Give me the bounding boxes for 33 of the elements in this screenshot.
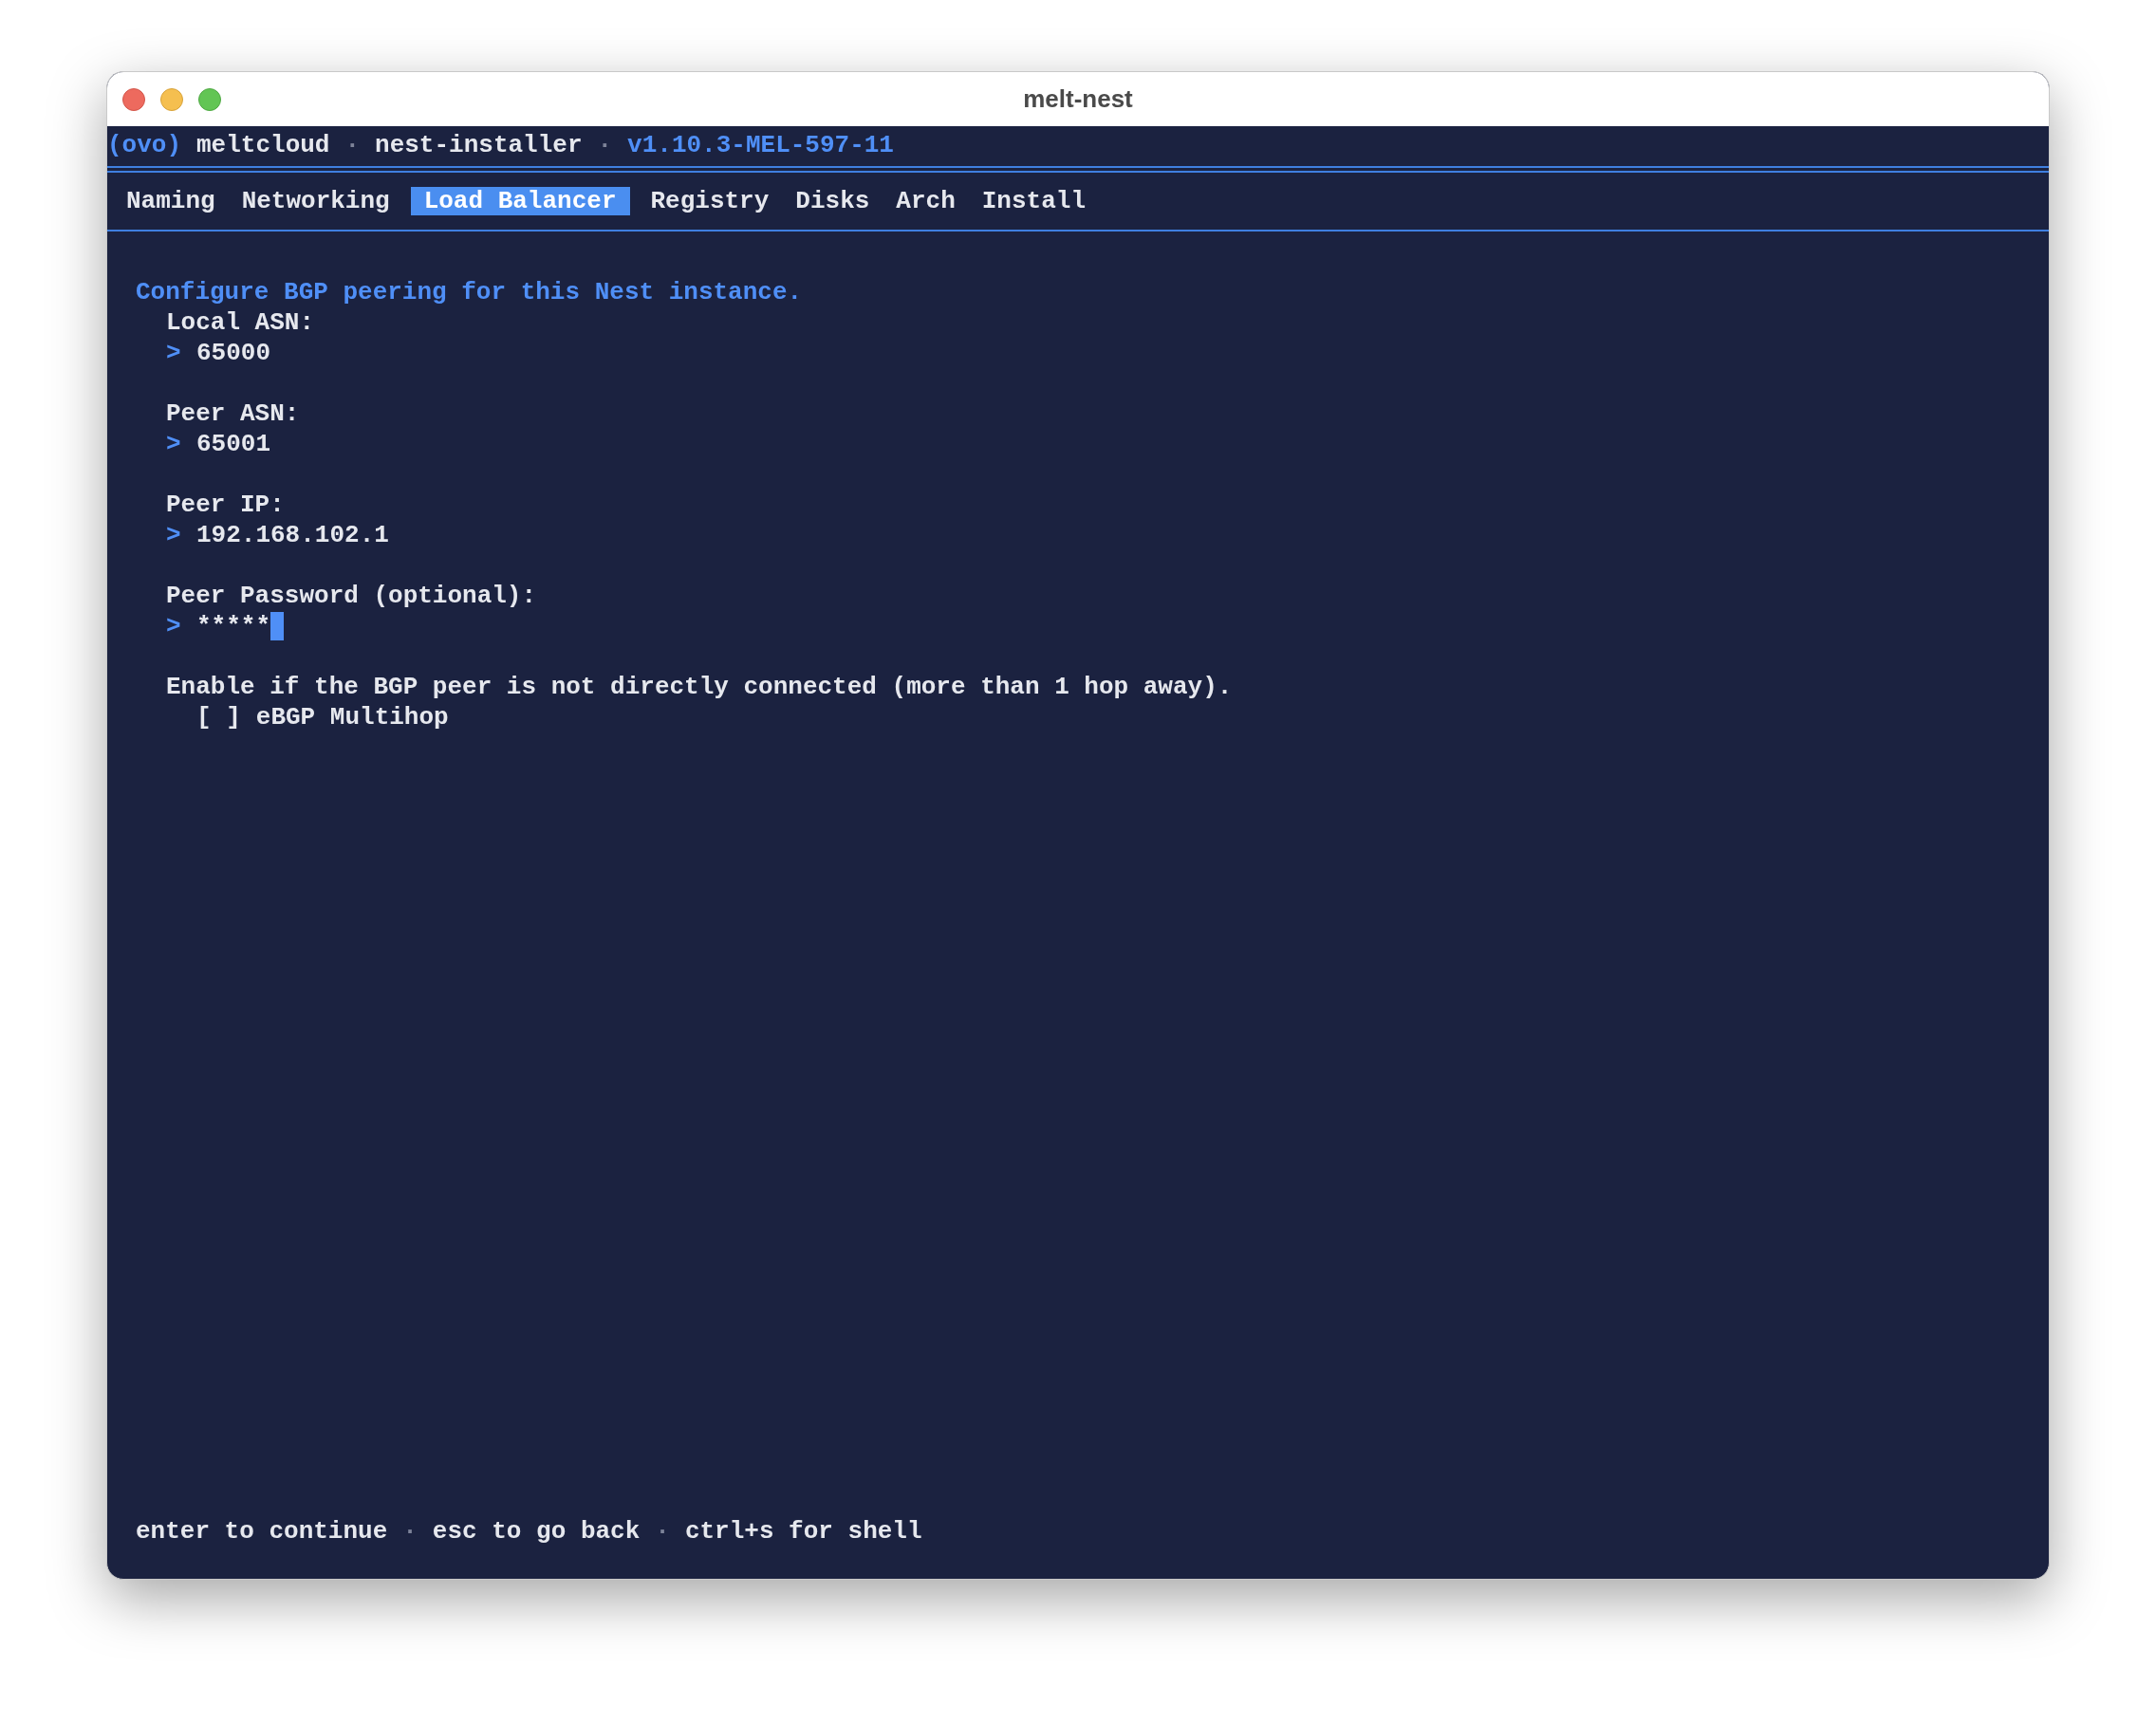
tab[interactable]: Arch — [890, 187, 961, 215]
minimize-button[interactable] — [160, 87, 183, 111]
header-accent-text: v1.10.3-MEL-597-11 — [627, 130, 894, 160]
header-text: meltcloud — [196, 130, 330, 160]
tab[interactable]: Disks — [790, 187, 876, 215]
field-label: Peer Password (optional): — [166, 581, 538, 611]
separator-dot: · — [655, 1516, 670, 1547]
section-heading: Configure BGP peering for this Nest instance. — [136, 277, 804, 307]
input-field[interactable]: > ***** — [166, 611, 284, 641]
separator-dot: · — [402, 1516, 418, 1547]
input-field[interactable]: > 65001 — [166, 429, 270, 459]
zoom-button[interactable] — [198, 87, 221, 111]
multihop-checkbox[interactable]: [ ] eBGP Multihop — [166, 702, 449, 732]
tab[interactable]: Install — [976, 187, 1091, 215]
separator-dot: · — [597, 130, 613, 160]
field-label: Peer IP: — [166, 490, 286, 520]
input-field[interactable]: > 65000 — [166, 338, 270, 368]
field-label: Peer ASN: — [166, 398, 301, 429]
header-text: nest-installer — [375, 130, 583, 160]
cursor — [270, 612, 284, 640]
tab[interactable]: Networking — [235, 187, 396, 215]
input-field[interactable]: > 192.168.102.1 — [166, 520, 389, 550]
tab[interactable]: Naming — [121, 187, 221, 215]
key-hint: enter to continue — [136, 1516, 388, 1547]
separator-dot: · — [344, 130, 361, 160]
key-hint: ctrl+s for shell — [684, 1516, 922, 1547]
field-label: Local ASN: — [166, 307, 316, 338]
option-description: Enable if the BGP peer is not directly connected (more than 1 hop away). — [166, 672, 1234, 702]
window-title: melt-nest — [1023, 83, 1133, 115]
tab[interactable]: Registry — [644, 187, 775, 215]
header-accent-text: (ovo) — [107, 130, 181, 160]
key-hint: esc to go back — [432, 1516, 641, 1547]
close-button[interactable] — [122, 87, 145, 111]
